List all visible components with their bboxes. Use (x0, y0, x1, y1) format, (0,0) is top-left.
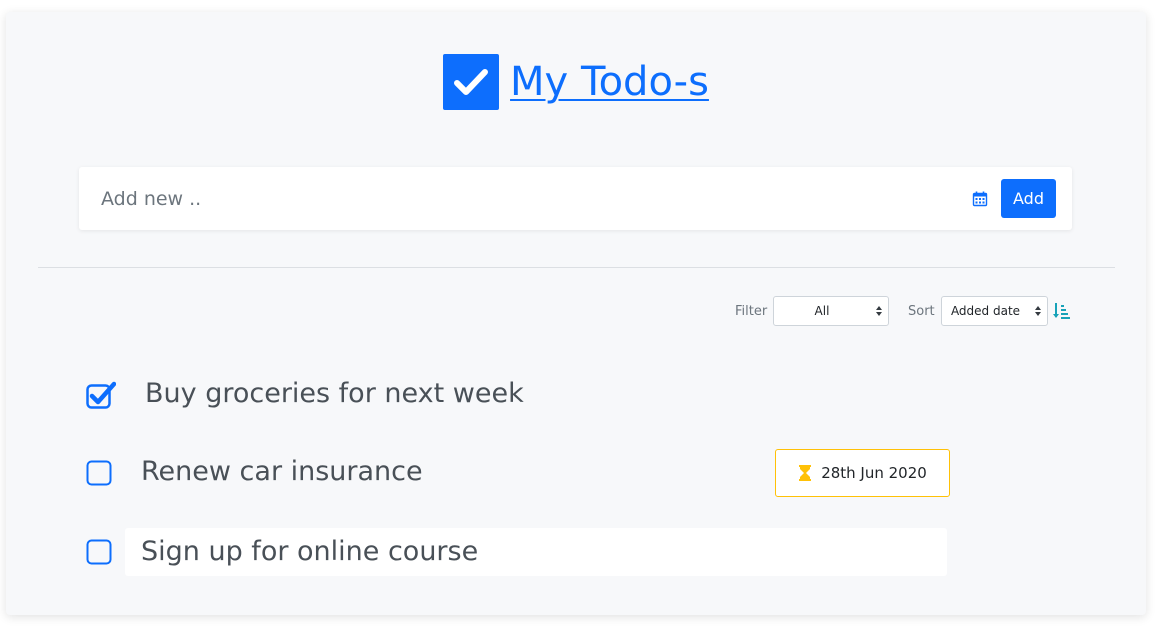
sort-select[interactable]: Added date (941, 296, 1048, 326)
filter-select-value: All (814, 304, 830, 318)
sort-amount-icon[interactable] (1052, 302, 1070, 320)
check-square-icon (443, 54, 500, 110)
add-todo-bar: Add (79, 167, 1072, 230)
todo-card: My Todo-s Add Filter All (6, 12, 1146, 615)
unchecked-checkbox-icon[interactable] (86, 539, 112, 565)
todo-item: Buy groceries for next week (6, 371, 1146, 419)
sort-select-value: Added date (950, 304, 1021, 318)
select-arrows-icon (1029, 305, 1047, 317)
divider (38, 267, 1115, 268)
checked-checkbox-icon[interactable] (86, 381, 117, 409)
todo-item: Renew car insurance (6, 449, 1146, 497)
todo-text[interactable]: Renew car insurance (141, 456, 423, 487)
sort-label: Sort (908, 304, 935, 319)
list-controls: Filter All Sort Added date (6, 296, 1146, 326)
due-date-text: 28th Jun 2020 (821, 464, 927, 482)
todo-item: Sign up for online course (6, 528, 1146, 576)
todo-text[interactable]: Buy groceries for next week (145, 378, 524, 409)
add-button[interactable]: Add (1001, 179, 1056, 218)
add-todo-input[interactable] (101, 179, 961, 219)
hourglass-icon (798, 465, 812, 481)
todo-text-edit[interactable]: Sign up for online course (125, 528, 947, 576)
app-title-link[interactable]: My Todo-s (510, 54, 709, 110)
calendar-icon[interactable] (972, 191, 988, 207)
filter-label: Filter (735, 304, 768, 319)
select-arrows-icon (870, 305, 888, 317)
app-header: My Todo-s (6, 54, 1146, 110)
due-date-badge[interactable]: 28th Jun 2020 (775, 449, 950, 497)
unchecked-checkbox-icon[interactable] (86, 460, 112, 486)
filter-select[interactable]: All (773, 296, 889, 326)
